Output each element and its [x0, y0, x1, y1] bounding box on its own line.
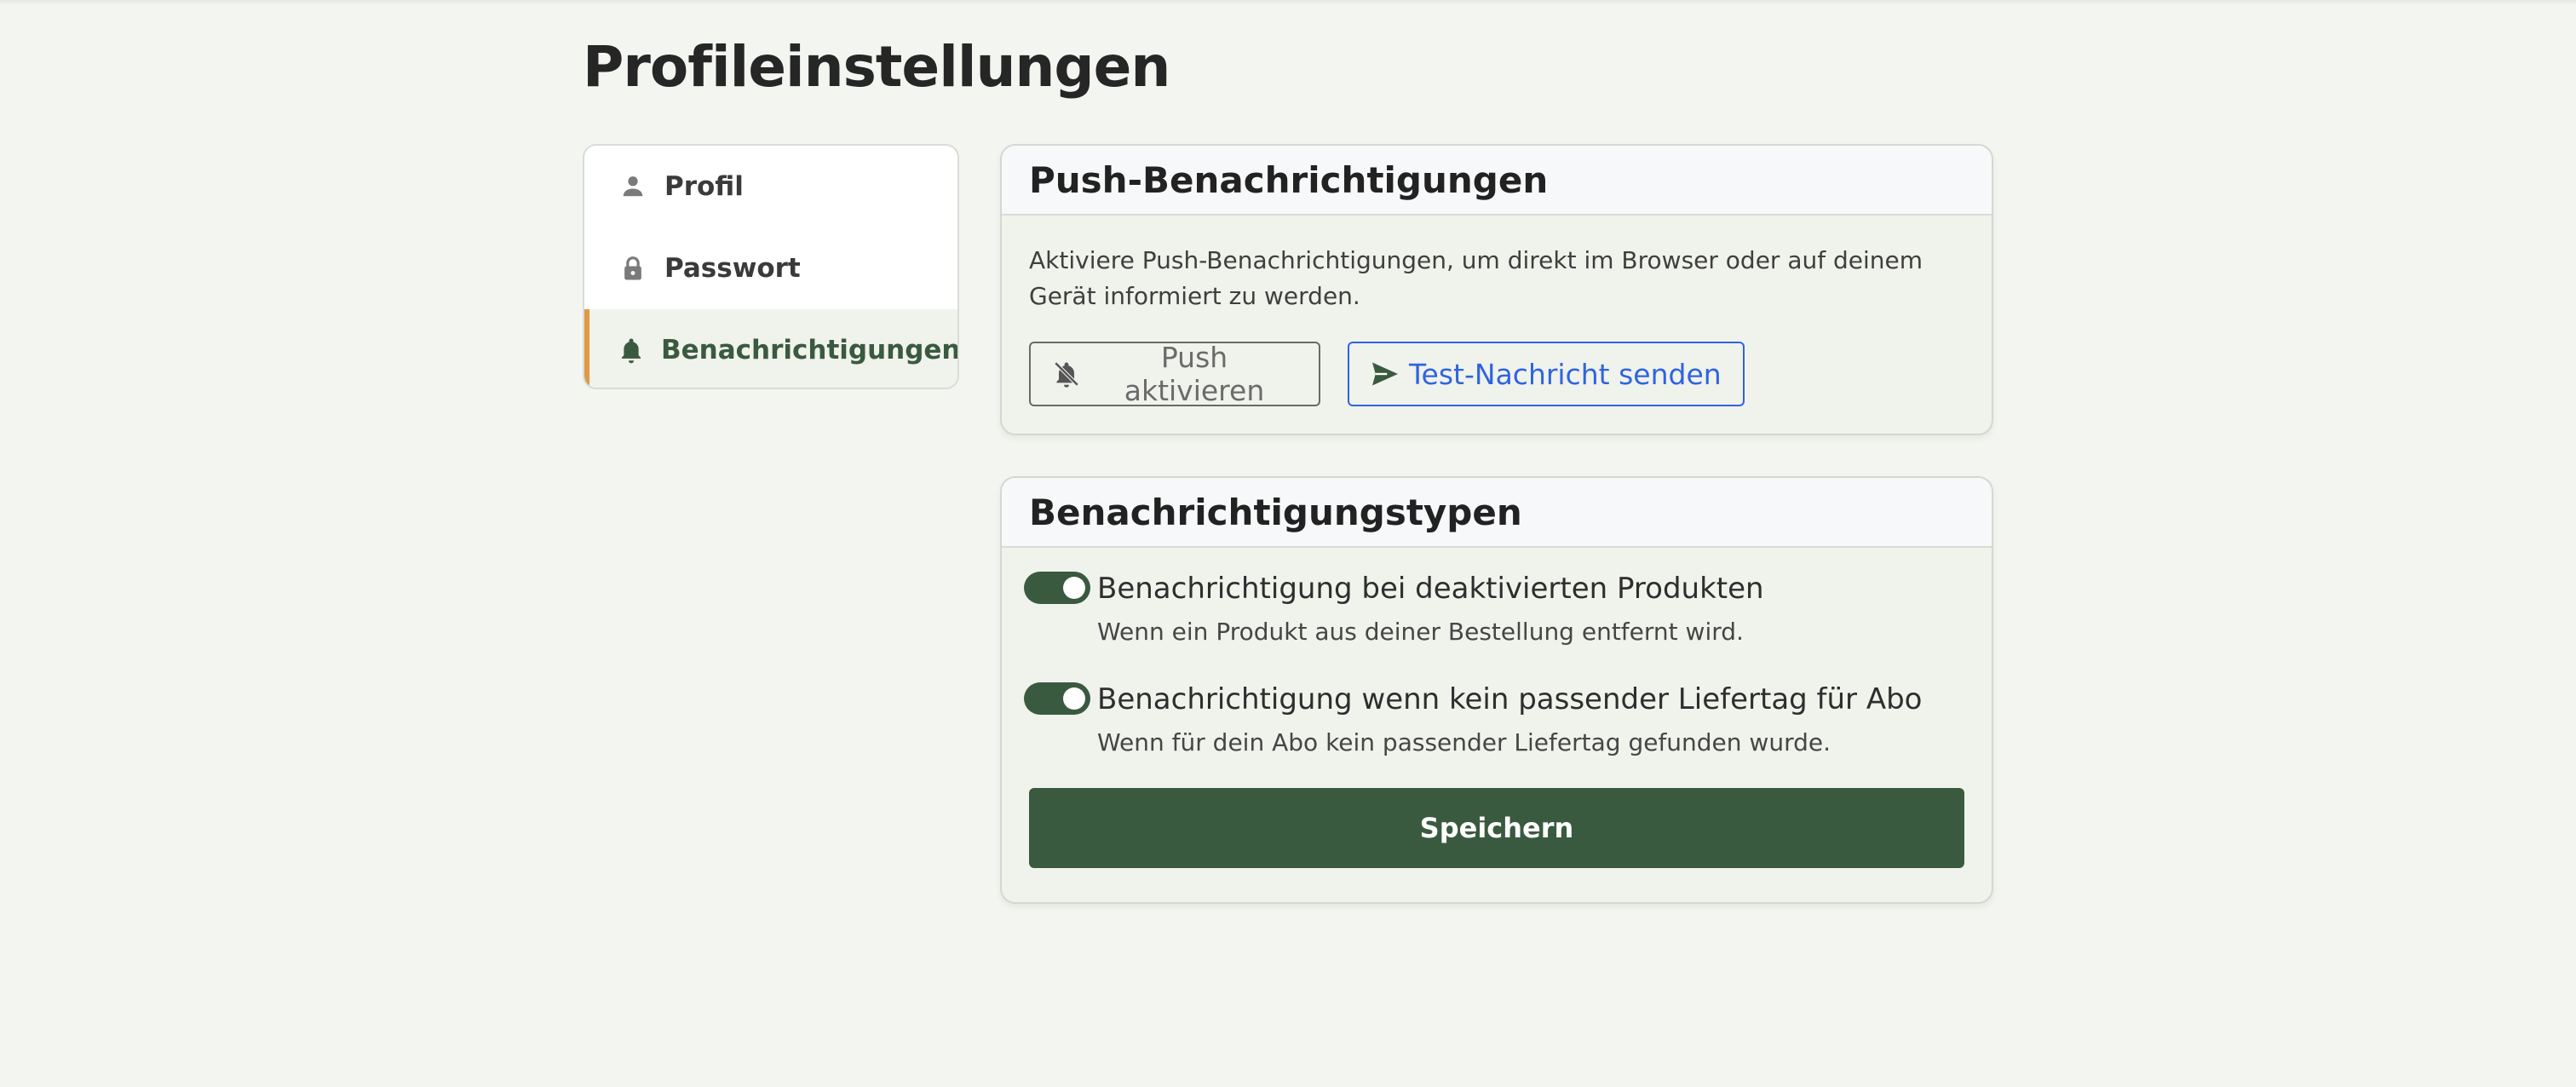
bell-icon: [618, 336, 644, 365]
toggle-knob: [1063, 577, 1085, 599]
setting-label: Benachrichtigung bei deaktivierten Produ…: [1097, 572, 1764, 606]
toggle-knob: [1063, 687, 1085, 710]
sidebar-item-label: Benachrichtigungen: [661, 335, 959, 365]
send-test-message-button[interactable]: Test-Nachricht senden: [1348, 342, 1745, 406]
sidebar-item-label: Passwort: [664, 253, 801, 284]
setting-no-delivery-day: Benachrichtigung wenn kein passender Lie…: [1024, 682, 1964, 757]
send-icon: [1370, 359, 1400, 389]
send-test-label: Test-Nachricht senden: [1409, 357, 1722, 391]
setting-description: Wenn ein Produkt aus deiner Bestellung e…: [1097, 618, 1744, 646]
sidebar-item-label: Profil: [664, 171, 744, 202]
person-icon: [618, 172, 647, 201]
push-notifications-card: Push-Benachrichtigungen Aktiviere Push-B…: [1000, 144, 1993, 435]
push-description: Aktiviere Push-Benachrichtigungen, um di…: [1029, 246, 1923, 310]
page-title: Profileinstellungen: [583, 34, 1170, 100]
push-enable-button[interactable]: Push aktivieren: [1029, 341, 1320, 407]
notification-types-card: Benachrichtigungstypen Benachrichtigung …: [1000, 476, 1993, 904]
top-shadow: [0, 0, 2576, 5]
deactivated-products-toggle[interactable]: [1024, 572, 1090, 604]
settings-sidebar: Profil Passwort Benachrichtigungen: [583, 144, 959, 389]
save-button[interactable]: Speichern: [1029, 788, 1964, 868]
lock-icon: [618, 254, 647, 283]
no-delivery-day-toggle[interactable]: [1024, 682, 1090, 715]
setting-label: Benachrichtigung wenn kein passender Lie…: [1097, 682, 1923, 716]
card-header: Benachrichtigungstypen: [1002, 478, 1992, 548]
setting-description: Wenn für dein Abo kein passender Liefert…: [1097, 728, 1831, 756]
sidebar-item-profil[interactable]: Profil: [584, 146, 957, 227]
sidebar-item-passwort[interactable]: Passwort: [584, 227, 957, 309]
card-title: Benachrichtigungstypen: [1029, 491, 1522, 533]
card-header: Push-Benachrichtigungen: [1002, 146, 1992, 216]
sidebar-item-benachrichtigungen[interactable]: Benachrichtigungen: [584, 309, 959, 388]
bell-off-icon: [1051, 359, 1082, 389]
card-title: Push-Benachrichtigungen: [1029, 158, 1549, 201]
setting-deactivated-products: Benachrichtigung bei deaktivierten Produ…: [1024, 572, 1964, 647]
push-enable-label: Push aktivieren: [1124, 341, 1265, 407]
